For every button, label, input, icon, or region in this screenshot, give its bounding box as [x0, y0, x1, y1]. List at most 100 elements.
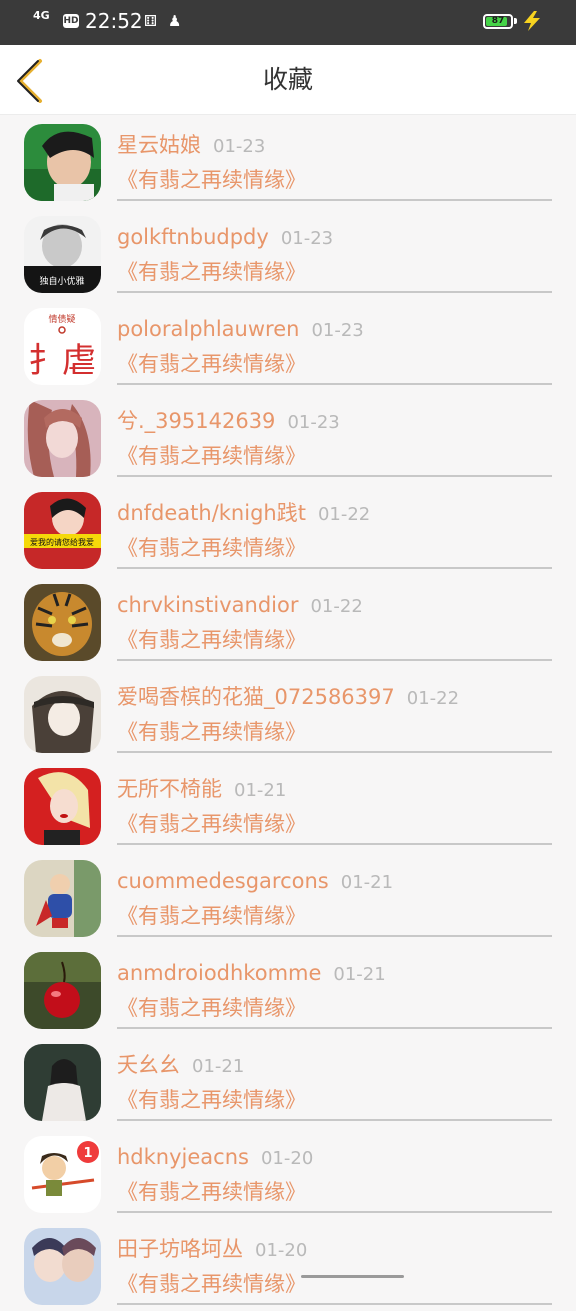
avatar[interactable] — [24, 1044, 101, 1121]
favorite-title-link[interactable]: 《有翡之再续情缘》 — [117, 443, 306, 469]
avatar[interactable] — [24, 768, 101, 845]
username-text: 无所不椅能 — [117, 777, 222, 801]
date: 01-22 — [317, 504, 371, 525]
username: chrvkinstivandior 01-22 — [117, 592, 363, 620]
favorite-title-link[interactable]: 《有翡之再续情缘》 — [117, 1179, 306, 1205]
username-text: poloralphlauwren — [117, 317, 300, 341]
avatar[interactable]: 情债疑 扌虐 — [24, 308, 101, 385]
avatar-image — [24, 1228, 101, 1305]
list-item[interactable]: 情债疑 扌虐 poloralphlauwren 01-23 《有翡之再续情缘》 — [0, 299, 576, 391]
username: poloralphlauwren 01-23 — [117, 316, 364, 344]
date: 01-23 — [287, 412, 340, 433]
avatar-image — [24, 124, 101, 201]
favorite-title-link[interactable]: 《有翡之再续情缘》 — [117, 351, 306, 377]
divider — [117, 475, 552, 477]
avatar-image: 爱我的请您给我爱 — [24, 492, 101, 569]
avatar-image: 1 — [24, 1136, 101, 1213]
avatar-image — [24, 768, 101, 845]
username-text: golkftnbudpdy — [117, 225, 269, 249]
divider — [117, 659, 552, 661]
hd-badge: HD — [63, 14, 79, 28]
username-text: hdknyjeacns — [117, 1145, 249, 1169]
app-notification-icon: ⚅ — [144, 12, 158, 30]
username-text: 兮._395142639 — [117, 409, 276, 433]
username: dnfdeath/knigh践t 01-22 — [117, 500, 370, 528]
date: 01-22 — [310, 596, 363, 617]
scroll-indicator[interactable] — [301, 1275, 404, 1278]
date: 01-23 — [213, 136, 266, 157]
divider — [117, 567, 552, 569]
username-text: dnfdeath/knigh践t — [117, 501, 306, 525]
list-item[interactable]: 无所不椅能 01-21 《有翡之再续情缘》 — [0, 759, 576, 851]
avatar[interactable] — [24, 124, 101, 201]
favorite-title-link[interactable]: 《有翡之再续情缘》 — [117, 811, 306, 837]
notification-badge-count: 1 — [83, 1146, 92, 1161]
date: 01-20 — [255, 1240, 308, 1261]
list-item[interactable]: 星云姑娘 01-23 《有翡之再续情缘》 — [0, 115, 576, 207]
username-text: cuommedesgarcons — [117, 869, 329, 893]
username: 夭幺幺 01-21 — [117, 1052, 244, 1080]
favorite-title-link[interactable]: 《有翡之再续情缘》 — [117, 167, 306, 193]
username-text: 爱喝香槟的花猫_072586397 — [117, 685, 395, 709]
divider — [117, 1303, 552, 1305]
avatar-image: 情债疑 扌虐 — [24, 308, 101, 385]
username-text: 田子坊咯坷丛 — [117, 1237, 243, 1261]
avatar[interactable] — [24, 952, 101, 1029]
username: cuommedesgarcons 01-21 — [117, 868, 393, 896]
favorite-title-link[interactable]: 《有翡之再续情缘》 — [117, 259, 306, 285]
avatar-image — [24, 676, 101, 753]
list-item[interactable]: 独自小优雅 golkftnbudpdy 01-23 《有翡之再续情缘》 — [0, 207, 576, 299]
page-title: 收藏 — [262, 65, 313, 94]
date: 01-22 — [406, 688, 460, 709]
avatar[interactable]: 独自小优雅 — [24, 216, 101, 293]
list-item[interactable]: 1 hdknyjeacns 01-20 《有翡之再续情缘》 — [0, 1127, 576, 1219]
avatar-caption: 独自小优雅 — [39, 275, 84, 287]
date: 01-23 — [311, 320, 364, 341]
favorite-title-link[interactable]: 《有翡之再续情缘》 — [117, 535, 306, 561]
list-item[interactable]: 兮._395142639 01-23 《有翡之再续情缘》 — [0, 391, 576, 483]
list-item[interactable]: 爱喝香槟的花猫_072586397 01-22 《有翡之再续情缘》 — [0, 667, 576, 759]
avatar-image — [24, 1044, 101, 1121]
status-bar: 4G HD 22:52 ⚅ ♟ 87 — [0, 0, 576, 45]
battery-tip — [514, 18, 517, 24]
list-item[interactable]: chrvkinstivandior 01-22 《有翡之再续情缘》 — [0, 575, 576, 667]
avatar[interactable] — [24, 1228, 101, 1305]
divider — [117, 751, 552, 753]
avatar-image — [24, 860, 101, 937]
avatar[interactable]: 1 — [24, 1136, 101, 1213]
avatar[interactable] — [24, 860, 101, 937]
header-bar: 收藏 — [0, 45, 576, 115]
favorite-title-link[interactable]: 《有翡之再续情缘》 — [117, 1087, 306, 1113]
list-item[interactable]: cuommedesgarcons 01-21 《有翡之再续情缘》 — [0, 851, 576, 943]
divider — [117, 1119, 552, 1121]
favorite-title-link[interactable]: 《有翡之再续情缘》 — [117, 719, 306, 745]
username: 星云姑娘 01-23 — [117, 132, 265, 160]
avatar[interactable] — [24, 676, 101, 753]
date: 01-21 — [234, 780, 287, 801]
favorite-title-link[interactable]: 《有翡之再续情缘》 — [117, 1271, 306, 1297]
date: 01-21 — [192, 1056, 245, 1077]
list-item[interactable]: anmdroiodhkomme 01-21 《有翡之再续情缘》 — [0, 943, 576, 1035]
avatar[interactable] — [24, 584, 101, 661]
charging-bolt-icon — [524, 11, 540, 31]
date: 01-20 — [260, 1148, 314, 1169]
divider — [117, 843, 552, 845]
signal-indicator: 4G — [33, 9, 50, 22]
avatar-image — [24, 400, 101, 477]
favorite-title-link[interactable]: 《有翡之再续情缘》 — [117, 903, 306, 929]
date: 01-23 — [280, 228, 334, 249]
divider — [117, 383, 552, 385]
list-item[interactable]: 夭幺幺 01-21 《有翡之再续情缘》 — [0, 1035, 576, 1127]
list-item[interactable]: 田子坊咯坷丛 01-20 《有翡之再续情缘》 — [0, 1219, 576, 1311]
battery-icon: 87 — [483, 14, 513, 29]
avatar-image — [24, 584, 101, 661]
favorite-title-link[interactable]: 《有翡之再续情缘》 — [117, 995, 306, 1021]
username-text: chrvkinstivandior — [117, 593, 299, 617]
username: 田子坊咯坷丛 01-20 — [117, 1236, 307, 1264]
divider — [117, 1027, 552, 1029]
favorite-title-link[interactable]: 《有翡之再续情缘》 — [117, 627, 306, 653]
username-text: 夭幺幺 — [117, 1053, 180, 1077]
avatar[interactable] — [24, 400, 101, 477]
list-item[interactable]: 爱我的请您给我爱 dnfdeath/knigh践t 01-22 《有翡之再续情缘》 — [0, 483, 576, 575]
avatar[interactable]: 爱我的请您给我爱 — [24, 492, 101, 569]
